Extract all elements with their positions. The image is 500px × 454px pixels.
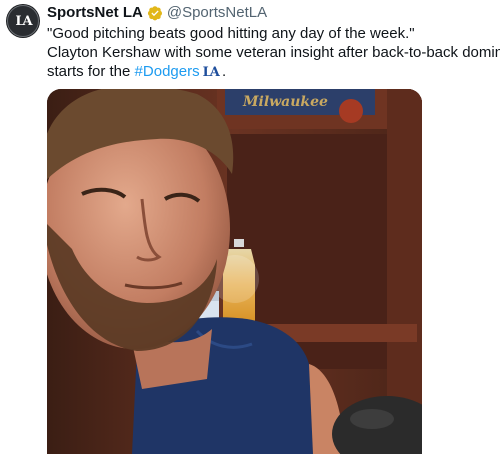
tweet-text-line-3: starts for the #Dodgers LA . xyxy=(47,62,495,82)
tweet-header: SportsNet LA @SportsNetLA xyxy=(47,4,267,22)
hashtag-link[interactable]: #Dodgers xyxy=(135,63,200,80)
locker-sign-text: Milwaukee xyxy=(242,94,328,110)
tweet-card[interactable]: LA SportsNet LA @SportsNetLA "Good pitch… xyxy=(0,0,500,454)
tweet-text-line-1: "Good pitching beats good hitting any da… xyxy=(47,25,415,42)
tweet-text-line-2: Clayton Kershaw with some veteran insigh… xyxy=(47,44,500,61)
verified-badge-icon xyxy=(147,5,163,21)
tweet-text-line-3-prefix: starts for the xyxy=(47,63,135,80)
user-handle[interactable]: @SportsNetLA xyxy=(167,4,267,22)
tweet-text: "Good pitching beats good hitting any da… xyxy=(47,24,500,82)
avatar[interactable]: LA xyxy=(6,4,40,38)
tweet-text-line-3-suffix: . xyxy=(217,63,227,80)
display-name[interactable]: SportsNet LA xyxy=(47,4,143,22)
locker-sign-emblem xyxy=(339,99,363,123)
dodgers-la-emoji-icon: LA xyxy=(202,65,220,80)
la-dodgers-logo-icon: LA xyxy=(7,5,39,37)
tweet-media-image[interactable]: Milwaukee xyxy=(47,89,422,454)
bottle-cap xyxy=(234,239,244,247)
